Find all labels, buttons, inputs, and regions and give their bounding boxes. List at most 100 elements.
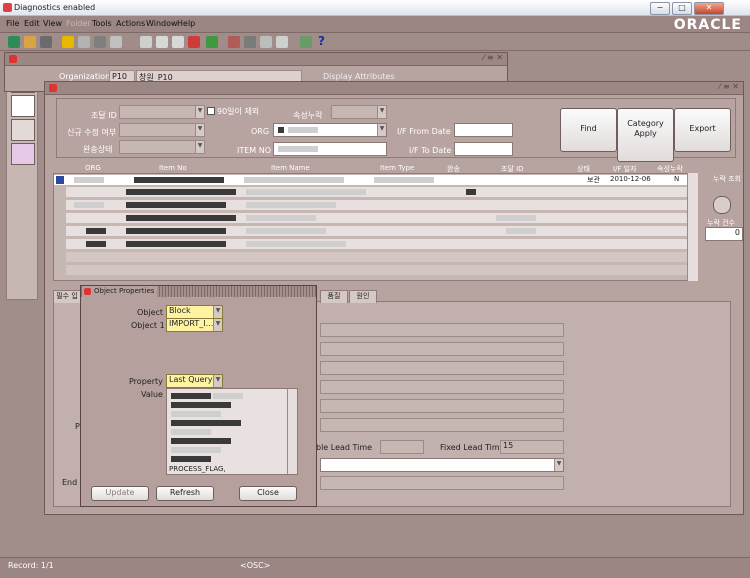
item-no-field[interactable] [273, 142, 387, 156]
new-edit-field[interactable]: ▼ [119, 123, 205, 137]
table-row[interactable]: 보관 2010-12-06 N [54, 175, 698, 185]
close-button[interactable]: Close [239, 486, 297, 501]
tool-document-icon[interactable] [11, 143, 35, 165]
table-row[interactable] [66, 239, 694, 249]
if-to-date-label: I/F To Date [409, 146, 452, 155]
help-icon[interactable]: ? [318, 34, 325, 48]
col-header-org: ORG [85, 164, 101, 172]
edit-icon[interactable] [228, 36, 240, 48]
window-titlebar: Diagnostics enabled − □ ✕ [0, 0, 750, 16]
back-window-controls[interactable]: ⁄ ≡ ✕ [483, 53, 503, 62]
menu-help[interactable]: Help [177, 19, 195, 28]
table-row[interactable] [66, 226, 694, 236]
value-scrollbar[interactable] [287, 389, 297, 474]
left-tool-palette [6, 68, 38, 300]
save-icon[interactable] [40, 36, 52, 48]
zoom-icon[interactable] [244, 36, 256, 48]
menu-actions[interactable]: Actions [116, 19, 145, 28]
detail-field-1[interactable] [320, 323, 564, 337]
object-select[interactable]: Block ▼ [166, 305, 223, 319]
row-missing: N [674, 175, 680, 183]
update-button[interactable]: Update [91, 486, 149, 501]
fixed-lead-time-field[interactable]: 15 [500, 440, 564, 454]
table-row[interactable] [66, 200, 694, 210]
copy-icon[interactable] [156, 36, 168, 48]
menu-folder[interactable]: Folder [66, 19, 91, 28]
tab-cause[interactable]: 원인 [349, 290, 377, 303]
detail-field-4[interactable] [320, 380, 564, 394]
front-window-controls[interactable]: ⁄ ≡ ✕ [719, 82, 739, 91]
exclude-90-checkbox[interactable] [207, 107, 215, 115]
value-last-line: PROCESS_FLAG, [169, 465, 226, 473]
property-select[interactable]: Last Query ▼ [166, 374, 223, 388]
folder-tools-icon[interactable] [300, 36, 312, 48]
close-window-button[interactable]: ✕ [694, 2, 724, 15]
table-row[interactable] [66, 187, 694, 197]
procure-id-label: 조달 ID [91, 111, 117, 120]
record-indicator: Record: 1/1 [8, 561, 54, 570]
if-from-date-label: I/F From Date [397, 127, 451, 136]
osc-indicator: <OSC> [240, 561, 271, 570]
table-row[interactable] [66, 265, 694, 275]
detail-field-7[interactable]: ▼ [320, 458, 564, 472]
tool-attachment-icon[interactable] [11, 119, 35, 141]
clear-icon[interactable] [206, 36, 218, 48]
paste-icon[interactable] [172, 36, 184, 48]
menu-edit[interactable]: Edit [24, 19, 40, 28]
refresh-button[interactable]: Refresh [156, 486, 214, 501]
tab-required[interactable]: 필수 입 [53, 290, 81, 303]
value-textarea[interactable]: PROCESS_FLAG, [166, 388, 298, 475]
menu-view[interactable]: View [43, 19, 62, 28]
status-bar: Record: 1/1 <OSC> [0, 557, 750, 578]
translate-icon[interactable] [260, 36, 272, 48]
menu-window[interactable]: Window [146, 19, 178, 28]
org-label: ORG [251, 127, 270, 136]
procure-id-field[interactable]: ▼ [119, 105, 205, 119]
organization-label: Organization [59, 72, 111, 81]
minimize-button[interactable]: − [650, 2, 670, 15]
oracle-logo: ORACLE [673, 17, 742, 33]
if-to-date-field[interactable] [454, 142, 513, 156]
find-button[interactable]: Find [560, 108, 617, 152]
variable-lead-time-field[interactable] [380, 440, 424, 454]
col-header-item-type: Item Type [380, 164, 415, 172]
tool-list-icon[interactable] [11, 95, 35, 117]
close-form-icon[interactable] [94, 36, 106, 48]
attachments-icon[interactable] [276, 36, 288, 48]
delete-icon[interactable] [188, 36, 200, 48]
detail-field-5[interactable] [320, 399, 564, 413]
detail-field-3[interactable] [320, 361, 564, 375]
object-properties-icon [84, 288, 91, 295]
exclude-90-label: 90일이 제외 [217, 107, 260, 116]
table-row[interactable] [66, 213, 694, 223]
value-label: Value [141, 390, 163, 399]
detail-field-6[interactable] [320, 418, 564, 432]
complete-status-field[interactable]: ▼ [119, 140, 205, 154]
new-edit-label: 신규 수정 여부 [67, 128, 117, 137]
table-row[interactable] [66, 252, 694, 262]
object1-select[interactable]: IMPORT_I... ▼ [166, 318, 223, 332]
category-apply-button[interactable]: Category Apply [617, 108, 674, 162]
menu-file[interactable]: File [6, 19, 19, 28]
row-selector-icon [56, 176, 64, 184]
maximize-button[interactable]: □ [672, 2, 692, 15]
inquiry-button[interactable] [713, 196, 731, 214]
missing-count-field: 0 [705, 227, 743, 241]
detail-field-2[interactable] [320, 342, 564, 356]
ledger-label: 속성누락 [293, 111, 323, 120]
export-button[interactable]: Export [674, 108, 731, 152]
open-icon[interactable] [24, 36, 36, 48]
new-icon[interactable] [8, 36, 20, 48]
ledger-field[interactable]: ▼ [331, 105, 387, 119]
object-properties-titlebar: Object Properties [81, 286, 316, 297]
navigator-icon[interactable] [110, 36, 122, 48]
if-from-date-field[interactable] [454, 123, 513, 137]
tab-quality[interactable]: 품질 [320, 290, 348, 303]
results-scrollbar[interactable] [687, 173, 698, 281]
print-icon[interactable] [78, 36, 90, 48]
org-field[interactable]: ▼ [273, 123, 387, 137]
folder-icon[interactable] [62, 36, 74, 48]
menu-tools[interactable]: Tools [92, 19, 112, 28]
detail-field-8[interactable] [320, 476, 564, 490]
cut-icon[interactable] [140, 36, 152, 48]
